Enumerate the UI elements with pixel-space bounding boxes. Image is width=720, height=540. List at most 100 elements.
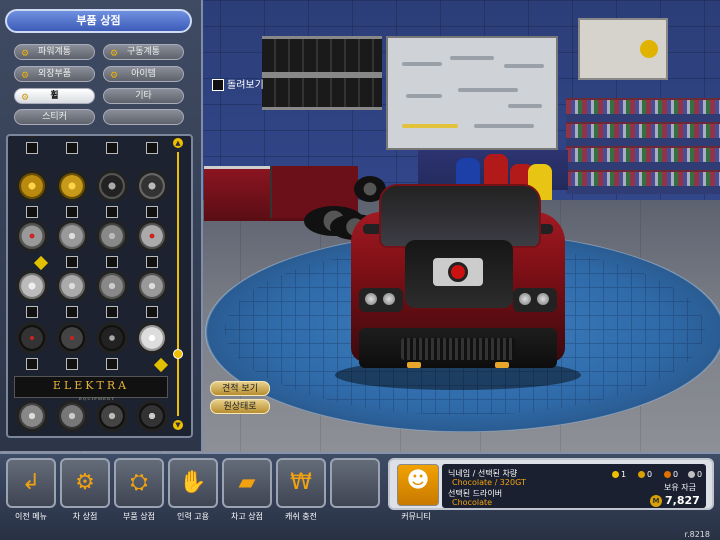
scroll-track-line <box>177 152 179 416</box>
wheel-item-icon[interactable] <box>56 136 88 138</box>
nav-label: 이전 메뉴 <box>15 512 47 521</box>
wheel-item-icon[interactable] <box>56 400 88 432</box>
player-car[interactable] <box>335 182 581 390</box>
wheel-item-icon[interactable] <box>136 170 168 202</box>
exhaust-pipe-icon <box>406 94 442 98</box>
category-empty[interactable] <box>103 109 184 125</box>
hire-staff-button[interactable]: ✋ <box>168 458 218 508</box>
wheel-item-icon[interactable] <box>56 322 88 354</box>
wheel-checkbox[interactable] <box>106 206 118 218</box>
garage-shop-button[interactable]: ▰ <box>222 458 272 508</box>
wheel-checkbox[interactable] <box>146 306 158 318</box>
power-icon: ⚙ <box>21 49 30 59</box>
category-drivetrain[interactable]: ⚙ 구동계통 <box>103 44 184 60</box>
wheel-checkbox[interactable] <box>146 206 158 218</box>
fog-light-right <box>495 362 509 368</box>
empty-nav-button[interactable] <box>330 458 380 508</box>
category-label: 외장부품 <box>37 69 72 79</box>
nickname-car-value: Chocolate / 320GT <box>452 478 526 487</box>
wheel-checkbox[interactable] <box>106 306 118 318</box>
wheel-checkbox[interactable] <box>106 256 118 268</box>
wheel-checkbox[interactable] <box>66 358 78 370</box>
nav-label: 캐쉬 충전 <box>285 512 317 521</box>
brand-poster <box>578 18 668 80</box>
category-etc[interactable]: 기타 <box>103 88 184 104</box>
wheel-item-icon[interactable] <box>96 220 128 252</box>
rotate-view-toggle[interactable]: 돌려보기 <box>212 78 264 94</box>
category-item[interactable]: ⚙ 아이템 <box>103 66 184 82</box>
car-shop-button[interactable]: ⚙ <box>60 458 110 508</box>
wheel-checkbox[interactable] <box>26 142 38 154</box>
parts-shop-button[interactable]: ⛭ <box>114 458 164 508</box>
stat-value: 0 <box>647 470 653 479</box>
wheel-checkbox[interactable] <box>106 358 118 370</box>
wheel-item-icon[interactable] <box>96 400 128 432</box>
funds-display: M 7,827 <box>650 494 700 507</box>
player-info-panel: ☻ 닉네임 / 선택된 차량 Chocolate / 320GT 선택된 드라이… <box>388 458 714 510</box>
wheel-item-icon[interactable] <box>96 270 128 302</box>
stat-item: 0 <box>664 470 678 479</box>
wheel-item-icon[interactable] <box>136 136 168 138</box>
item-icon: ⚙ <box>110 71 119 81</box>
wheel-checkbox[interactable] <box>26 306 38 318</box>
scroll-thumb[interactable] <box>173 349 183 359</box>
community-people-icon: ☻ <box>406 468 430 493</box>
wheel-checkbox[interactable] <box>26 206 38 218</box>
scroll-up-icon[interactable]: ▲ <box>173 138 183 148</box>
rotate-checkbox[interactable] <box>212 79 224 91</box>
nav-label: 인력 고용 <box>177 512 209 521</box>
fog-light-left <box>407 362 421 368</box>
ticket-icon <box>688 471 695 478</box>
wheel-row <box>14 270 170 318</box>
wheel-item-icon[interactable] <box>56 170 88 202</box>
wheel-item-icon[interactable] <box>136 220 168 252</box>
wheel-checkbox[interactable] <box>66 256 78 268</box>
community-button[interactable]: ☻ <box>397 464 439 506</box>
wheel-item-icon[interactable] <box>96 136 128 138</box>
wheel-checkbox[interactable] <box>66 306 78 318</box>
parts-shop-icon: ⛭ <box>130 470 148 495</box>
equipped-icon <box>33 255 49 271</box>
cash-charge-button[interactable]: ₩ <box>276 458 326 508</box>
wheel-checkbox[interactable] <box>66 142 78 154</box>
wheel-scrollbar[interactable]: ▲ ▼ <box>173 138 183 430</box>
wheel-item-icon[interactable] <box>56 220 88 252</box>
wheel-item-icon[interactable] <box>136 270 168 302</box>
funds-label: 보유 자금 <box>664 483 696 492</box>
wheel-item-icon[interactable] <box>16 322 48 354</box>
wheel-checkbox[interactable] <box>26 358 38 370</box>
wheel-checkbox[interactable] <box>106 142 118 154</box>
wheel-item-icon[interactable] <box>56 270 88 302</box>
exhaust-pipe-icon <box>458 88 518 92</box>
wheel-item-icon[interactable] <box>16 400 48 432</box>
category-wheel[interactable]: ⚙ 휠 <box>14 88 95 104</box>
wheel-checkbox[interactable] <box>146 142 158 154</box>
back-arrow-icon: ↲ <box>21 470 41 495</box>
scroll-down-icon[interactable]: ▼ <box>173 420 183 430</box>
wheel-item-icon[interactable] <box>136 322 168 354</box>
reset-button[interactable]: 원상태로 <box>210 399 270 414</box>
exhaust-pipe-icon <box>508 104 542 108</box>
estimate-button[interactable]: 견적 보기 <box>210 381 270 396</box>
category-power[interactable]: ⚙ 파워계통 <box>14 44 95 60</box>
nav-label: 차 상점 <box>72 512 98 521</box>
wheel-item-icon[interactable] <box>96 170 128 202</box>
wheel-item-icon[interactable] <box>16 220 48 252</box>
back-menu-button[interactable]: ↲ <box>6 458 56 508</box>
wheel-checkbox[interactable] <box>66 206 78 218</box>
wheel-item-icon[interactable] <box>136 400 168 432</box>
wheel-row <box>14 400 170 436</box>
garage-shop-icon: ▰ <box>238 470 256 495</box>
category-exterior[interactable]: ⚙ 외장부품 <box>14 66 95 82</box>
car-shop-icon: ⚙ <box>75 470 95 495</box>
hire-staff-icon: ✋ <box>179 470 207 495</box>
wheel-item-icon[interactable] <box>16 170 48 202</box>
category-sticker[interactable]: 스티커 <box>14 109 95 125</box>
wheel-checkbox[interactable] <box>146 256 158 268</box>
wheel-item-icon[interactable] <box>16 270 48 302</box>
category-label: 기타 <box>135 91 152 101</box>
stat-value: 1 <box>621 470 627 479</box>
badge-icon <box>664 471 671 478</box>
wheel-item-icon[interactable] <box>16 136 48 138</box>
wheel-item-icon[interactable] <box>96 322 128 354</box>
